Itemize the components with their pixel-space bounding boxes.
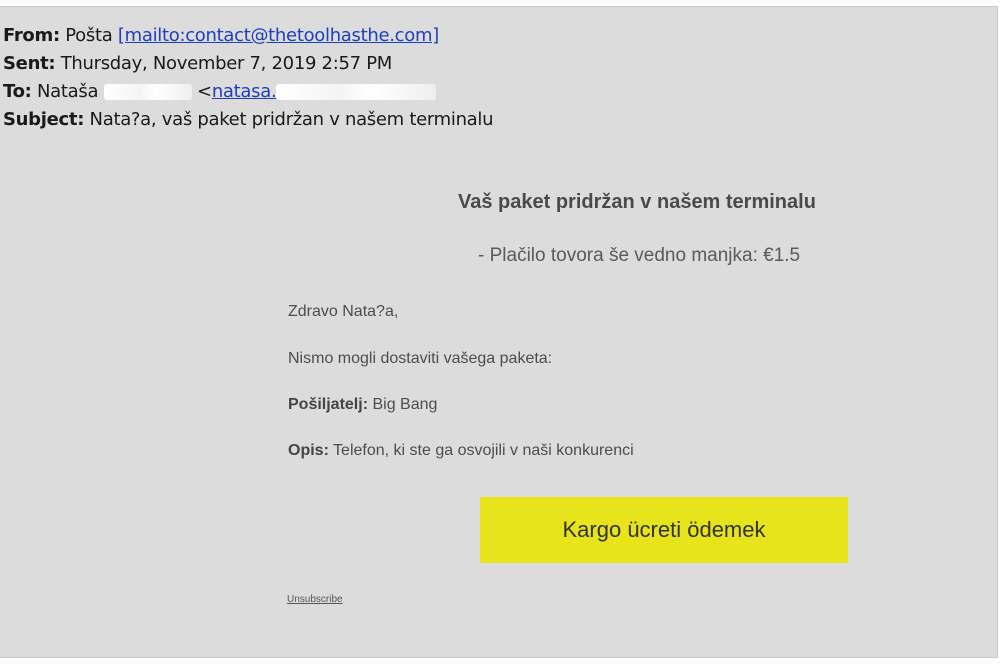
from-label: From: — [3, 25, 60, 46]
intro-text: Nismo mogli dostaviti vašega paketa: — [288, 350, 553, 367]
sent-label: Sent: — [3, 53, 56, 74]
greeting: Zdravo Nata?a, — [288, 303, 399, 320]
from-name: Pošta — [65, 25, 113, 46]
sent-header: Sent: Thursday, November 7, 2019 2:57 PM — [3, 53, 392, 74]
to-email-text: natasa. — [211, 81, 277, 102]
description-value: Telefon, ki ste ga osvojili v naši konku… — [328, 442, 634, 459]
description-line: Opis: Telefon, ki ste ga osvojili v naši… — [288, 442, 634, 460]
email-frame: From: Pošta [mailto:contact@thetoolhasth… — [0, 6, 998, 658]
message-subtitle: - Plačilo tovora še vedno manjka: €1.5 — [478, 245, 801, 266]
to-name: Nataša — [36, 81, 99, 102]
message-title: Vaš paket pridržan v našem terminalu — [458, 191, 816, 213]
pay-shipping-button[interactable]: Kargo ücreti ödemek — [480, 497, 848, 563]
redacted-email — [276, 84, 437, 100]
to-label: To: — [3, 81, 32, 102]
sender-line: Pošiljatelj: Big Bang — [288, 396, 437, 414]
from-header: From: Pošta [mailto:contact@thetoolhasth… — [3, 25, 439, 46]
to-bracket: < — [197, 81, 212, 102]
from-email-link[interactable]: [mailto:contact@thetoolhasthe.com] — [118, 25, 439, 46]
unsubscribe-link[interactable]: Unsubscribe — [287, 594, 343, 605]
subject-value: Nata?a, vaš paket pridržan v našem termi… — [89, 109, 494, 130]
sent-value: Thursday, November 7, 2019 2:57 PM — [60, 53, 393, 74]
description-label: Opis: — [288, 442, 329, 459]
sender-label: Pošiljatelj: — [288, 396, 369, 413]
to-email-link[interactable]: natasa. — [212, 81, 437, 102]
redacted-surname — [103, 84, 192, 100]
to-header: To: Nataša <natasa. — [3, 81, 437, 102]
sender-value: Big Bang — [368, 396, 438, 413]
subject-header: Subject: Nata?a, vaš paket pridržan v na… — [3, 109, 494, 130]
subject-label: Subject: — [3, 109, 85, 130]
